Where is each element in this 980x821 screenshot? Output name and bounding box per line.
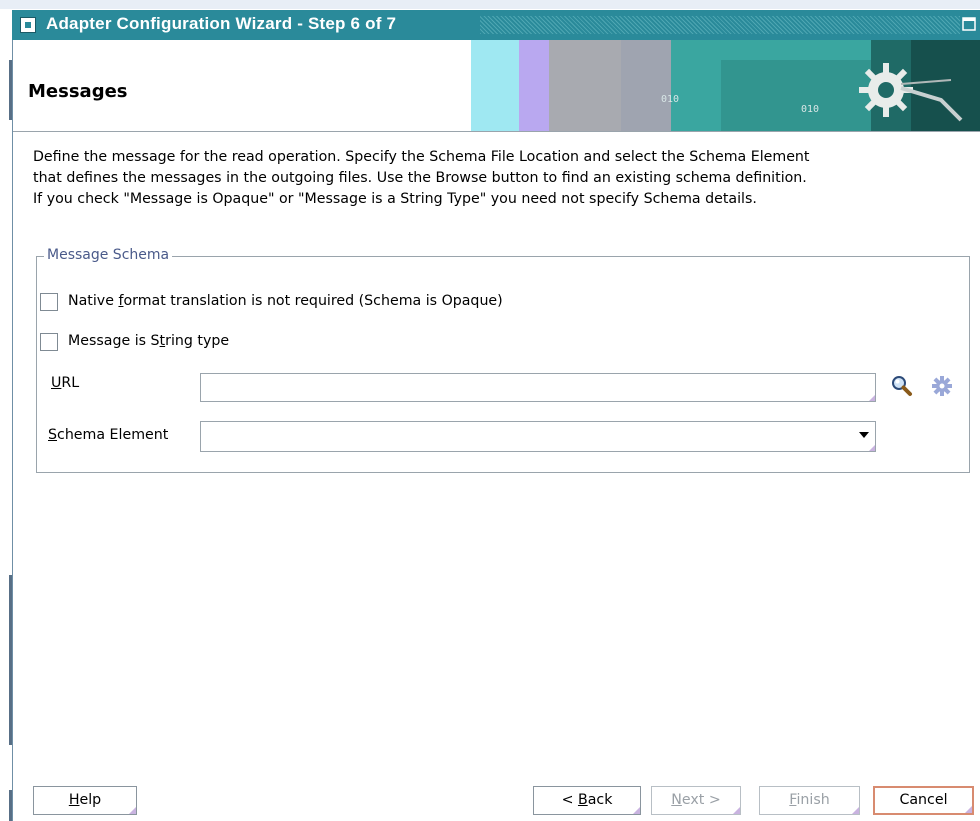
- chevron-down-icon[interactable]: [859, 432, 869, 438]
- help-button[interactable]: Help: [33, 786, 137, 815]
- schema-element-label: Schema Element: [48, 427, 169, 443]
- window-title: Adapter Configuration Wizard - Step 6 of…: [46, 14, 397, 33]
- next-button[interactable]: Next >: [651, 786, 741, 815]
- opaque-schema-checkbox[interactable]: [40, 293, 58, 311]
- schema-element-combo[interactable]: [200, 421, 876, 452]
- url-input[interactable]: [200, 373, 876, 402]
- back-button[interactable]: < Back: [533, 786, 641, 815]
- title-bar[interactable]: Adapter Configuration Wizard - Step 6 of…: [12, 10, 980, 40]
- instructions-line-3: If you check "Message is Opaque" or "Mes…: [33, 191, 757, 207]
- instructions-line-1: Define the message for the read operatio…: [33, 149, 810, 165]
- gear-icon[interactable]: [931, 375, 953, 397]
- url-label: URL: [51, 375, 80, 391]
- string-type-checkbox[interactable]: [40, 333, 58, 351]
- maximize-icon[interactable]: [962, 16, 976, 32]
- background-window-strip: [0, 0, 980, 9]
- title-bar-drag-area[interactable]: [480, 16, 960, 34]
- window-menu-icon[interactable]: [20, 17, 36, 33]
- window-left-border: [12, 40, 13, 821]
- wizard-header: Messages 010 010: [13, 40, 980, 132]
- window-edge-mark: [9, 790, 12, 821]
- page-title: Messages: [28, 81, 128, 102]
- window-edge-mark: [9, 60, 12, 120]
- banner-text: 010: [661, 94, 679, 105]
- banner-text-2: 010: [801, 104, 819, 115]
- search-icon[interactable]: [891, 375, 913, 397]
- header-banner-graphic: 010 010: [471, 40, 980, 131]
- string-type-checkbox-label[interactable]: Message is String type: [68, 333, 229, 349]
- cancel-button[interactable]: Cancel: [873, 786, 974, 815]
- opaque-schema-checkbox-label[interactable]: Native format translation is not require…: [68, 293, 503, 309]
- instructions-line-2: that defines the messages in the outgoin…: [33, 170, 807, 186]
- window-edge-mark: [9, 575, 12, 745]
- instructions-text: Define the message for the read operatio…: [33, 147, 973, 210]
- finish-button[interactable]: Finish: [759, 786, 860, 815]
- message-schema-legend: Message Schema: [44, 247, 173, 263]
